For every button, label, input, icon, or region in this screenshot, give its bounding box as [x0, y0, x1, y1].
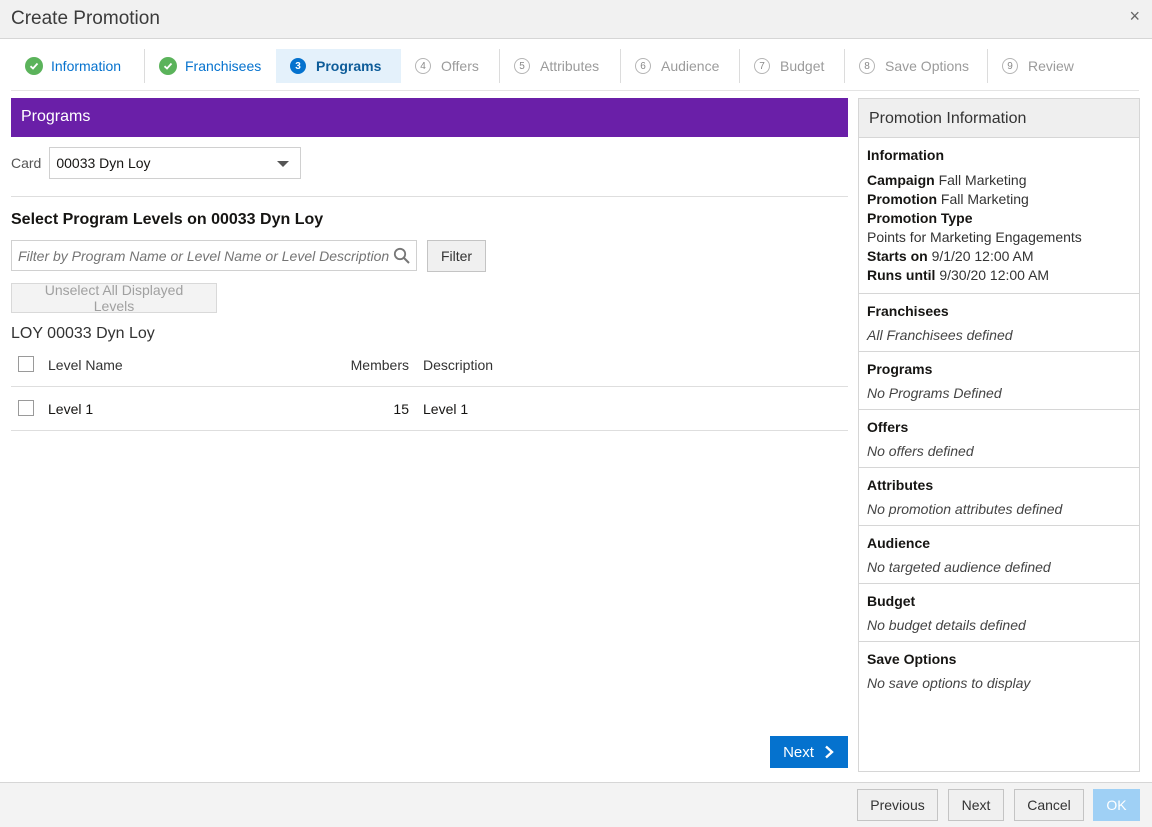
step-label: Offers	[441, 58, 479, 74]
search-icon[interactable]	[393, 247, 411, 268]
section-heading: Attributes	[867, 477, 934, 493]
previous-button[interactable]: Previous	[857, 789, 938, 821]
select-all-checkbox[interactable]	[18, 356, 34, 372]
promotion-line: Promotion Fall Marketing	[867, 191, 1029, 207]
filter-input[interactable]	[11, 240, 417, 271]
card-label: Card	[11, 155, 42, 171]
section-heading: Franchisees	[867, 303, 949, 319]
panel-header: Promotion Information	[859, 99, 1139, 138]
table-row[interactable]: Level 1 15 Level 1	[11, 387, 848, 431]
section-heading: Programs	[867, 361, 933, 377]
section-text: No save options to display	[867, 675, 1031, 691]
section-heading: Save Options	[867, 651, 957, 667]
step-label: Audience	[661, 58, 720, 74]
col-description: Description	[423, 357, 494, 373]
chevron-down-icon	[277, 161, 290, 167]
footer-next-button[interactable]: Next	[948, 789, 1004, 821]
info-section-offers: Offers No offers defined	[859, 410, 1139, 468]
section-text: All Franchisees defined	[867, 327, 1013, 343]
check-circle-icon	[159, 57, 177, 75]
card-row: Card 00033 Dyn Loy	[11, 147, 302, 179]
cell-description: Level 1	[423, 401, 469, 417]
panel-header: Programs	[11, 98, 848, 137]
filter-button[interactable]: Filter	[427, 240, 486, 272]
promotion-info-panel: Promotion Information Information Campai…	[858, 98, 1140, 772]
col-members: Members	[350, 357, 409, 373]
step-number: 5	[514, 58, 530, 74]
step-label: Save Options	[885, 58, 970, 74]
unselect-all-button[interactable]: Unselect All Displayed Levels	[11, 282, 217, 314]
col-level-name: Level Name	[48, 357, 123, 373]
section-text: No promotion attributes defined	[867, 501, 1063, 517]
chevron-right-icon	[825, 745, 834, 759]
section-title: Select Program Levels on 00033 Dyn Loy	[11, 211, 324, 228]
section-text: No offers defined	[867, 443, 974, 459]
campaign-line: Campaign Fall Marketing	[867, 172, 1027, 188]
ok-button[interactable]: OK	[1093, 789, 1140, 821]
section-heading: Offers	[867, 419, 909, 435]
starts-line: Starts on 9/1/20 12:00 AM	[867, 248, 1034, 264]
step-label: Attributes	[540, 58, 600, 74]
step-budget[interactable]: 7 Budget	[740, 49, 844, 83]
step-offers[interactable]: 4 Offers	[401, 49, 499, 83]
table-header-row: Level Name Members Description	[11, 350, 848, 387]
step-number: 4	[415, 58, 431, 74]
info-section-franchisees: Franchisees All Franchisees defined	[859, 294, 1139, 352]
step-label: Programs	[316, 58, 382, 74]
section-heading: Budget	[867, 593, 916, 609]
section-text: No budget details defined	[867, 617, 1026, 633]
info-section-attributes: Attributes No promotion attributes defin…	[859, 468, 1139, 526]
info-section-programs: Programs No Programs Defined	[859, 352, 1139, 410]
program-name: LOY 00033 Dyn Loy	[11, 325, 155, 342]
dialog-titlebar: Create Promotion ×	[0, 0, 1152, 39]
next-button[interactable]: Next	[770, 736, 848, 768]
step-number: 7	[754, 58, 770, 74]
step-label: Review	[1028, 58, 1074, 74]
step-number: 9	[1002, 58, 1018, 74]
step-programs[interactable]: 3 Programs	[276, 49, 401, 83]
step-number: 8	[859, 58, 875, 74]
step-label: Franchisees	[185, 58, 262, 74]
next-button-label: Next	[783, 743, 814, 761]
row-checkbox[interactable]	[18, 400, 34, 416]
step-train: Information Franchisees 3 Programs 4 Off…	[11, 49, 1139, 85]
cell-level-name: Level 1	[48, 401, 94, 417]
info-section-audience: Audience No targeted audience defined	[859, 526, 1139, 584]
filter-row: Filter	[11, 240, 486, 272]
step-number: 6	[635, 58, 651, 74]
dialog-footer: Previous Next Cancel OK	[0, 782, 1152, 827]
section-text: No targeted audience defined	[867, 559, 1051, 575]
promotion-type-value: Points for Marketing Engagements	[867, 229, 1082, 245]
close-icon[interactable]: ×	[1129, 6, 1140, 27]
runs-line: Runs until 9/30/20 12:00 AM	[867, 267, 1050, 283]
levels-table: Level Name Members Description Level 1 1…	[11, 350, 848, 431]
train-divider	[11, 90, 1139, 91]
section-text: No Programs Defined	[867, 385, 1002, 401]
info-section-information: Information Campaign Fall Marketing Prom…	[859, 138, 1139, 294]
card-select-value: 00033 Dyn Loy	[56, 155, 151, 171]
programs-panel: Programs Card 00033 Dyn Loy Select Progr…	[11, 98, 848, 768]
section-heading: Information	[867, 147, 944, 163]
card-select[interactable]: 00033 Dyn Loy	[49, 147, 302, 179]
step-information[interactable]: Information	[11, 49, 135, 83]
check-circle-icon	[25, 57, 43, 75]
step-label: Budget	[780, 58, 825, 74]
step-attributes[interactable]: 5 Attributes	[500, 49, 620, 83]
step-franchisees[interactable]: Franchisees	[145, 49, 269, 83]
section-heading: Audience	[867, 535, 931, 551]
step-label: Information	[51, 58, 122, 74]
promotion-type-label: Promotion Type	[867, 210, 973, 226]
info-section-budget: Budget No budget details defined	[859, 584, 1139, 642]
step-number: 3	[290, 58, 306, 74]
dialog-title: Create Promotion	[11, 8, 160, 29]
step-save-options[interactable]: 8 Save Options	[845, 49, 987, 83]
step-audience[interactable]: 6 Audience	[621, 49, 739, 83]
step-review[interactable]: 9 Review	[988, 49, 1098, 83]
cell-members: 15	[393, 401, 409, 417]
divider	[11, 196, 848, 197]
cancel-button[interactable]: Cancel	[1014, 789, 1084, 821]
info-section-save-options: Save Options No save options to display	[859, 642, 1139, 699]
